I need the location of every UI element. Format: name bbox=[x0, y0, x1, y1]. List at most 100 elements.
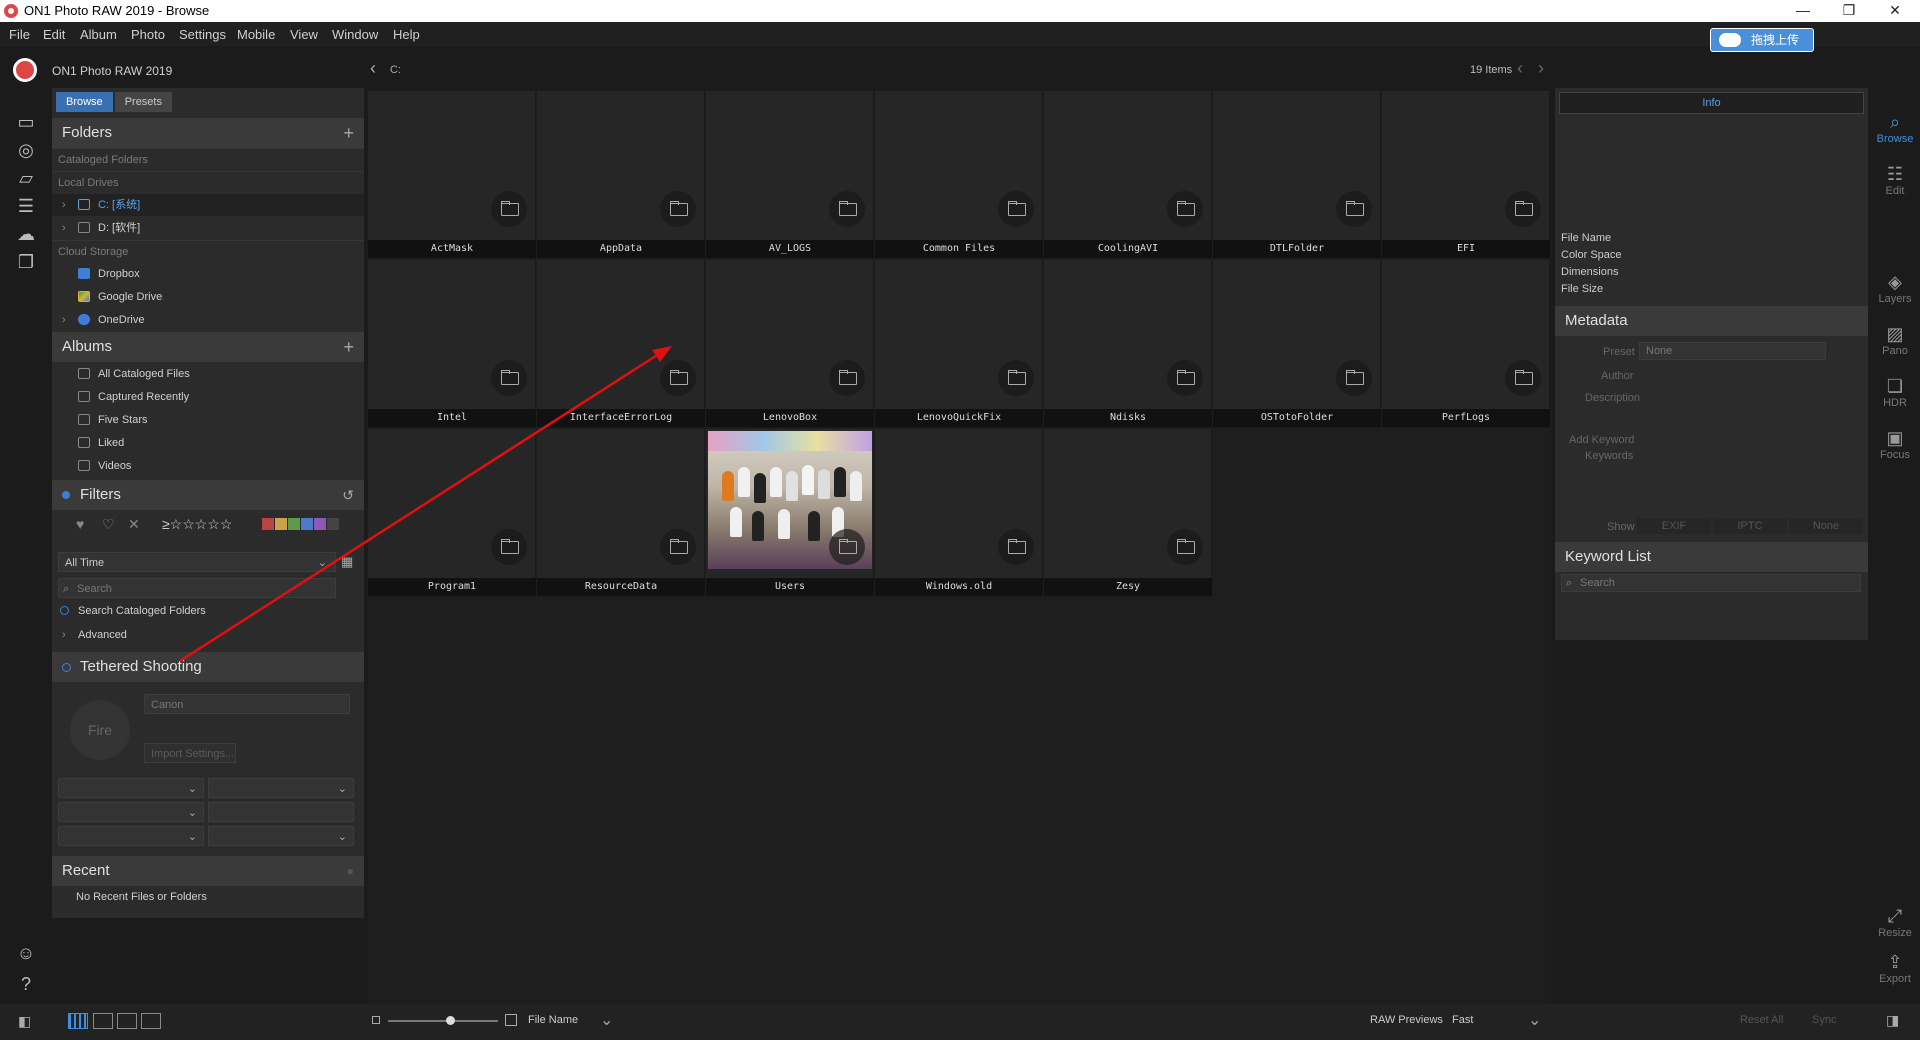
module-hdr[interactable]: ❏ HDR bbox=[1875, 376, 1915, 409]
detail-view-icon[interactable] bbox=[93, 1013, 113, 1029]
folder-thumb[interactable]: Windows.old bbox=[875, 429, 1043, 597]
tethered-toggle-icon[interactable] bbox=[62, 663, 71, 672]
color-swatch-yellow[interactable] bbox=[275, 518, 287, 530]
next-page-icon[interactable]: › bbox=[1538, 58, 1544, 79]
module-resize[interactable]: ⤢ Resize bbox=[1875, 906, 1915, 939]
chevron-right-icon[interactable]: › bbox=[62, 217, 66, 239]
filmstrip-view-icon[interactable] bbox=[117, 1013, 137, 1029]
color-swatch-none[interactable] bbox=[327, 518, 339, 530]
star-rating-filter[interactable]: ≥☆☆☆☆☆ bbox=[162, 516, 232, 533]
keyword-search-input[interactable]: ⌕ Search bbox=[1561, 574, 1861, 592]
raw-previews-value[interactable]: Fast bbox=[1452, 1014, 1473, 1026]
folder-thumb[interactable]: LenovoBox bbox=[706, 260, 874, 428]
tether-dropdown[interactable]: ⌄ bbox=[208, 826, 354, 846]
filters-toggle-icon[interactable] bbox=[62, 491, 70, 499]
toggle-panel-icon[interactable]: ◧ bbox=[18, 1013, 31, 1030]
module-focus[interactable]: ▣ Focus bbox=[1875, 428, 1915, 461]
metadata-tab-iptc[interactable]: IPTC bbox=[1713, 518, 1787, 534]
filters-header[interactable]: Filters ↺ bbox=[52, 480, 364, 510]
menu-mobile[interactable]: Mobile bbox=[237, 27, 275, 42]
maximize-button[interactable]: ❐ bbox=[1826, 0, 1872, 22]
fire-button[interactable]: Fire bbox=[70, 700, 130, 760]
folder-thumb[interactable]: Zesy bbox=[1044, 429, 1212, 597]
folder-thumb[interactable]: ActMask bbox=[368, 91, 536, 259]
metadata-tab-none[interactable]: None bbox=[1789, 518, 1863, 534]
drive-icon[interactable]: ☰ bbox=[14, 196, 38, 216]
time-range-select[interactable]: All Time ⌄ bbox=[58, 552, 336, 572]
large-thumb-icon[interactable] bbox=[505, 1014, 517, 1026]
advanced-toggle[interactable]: › Advanced bbox=[52, 624, 364, 646]
color-label-filter[interactable] bbox=[262, 518, 340, 533]
menu-settings[interactable]: Settings bbox=[179, 27, 226, 42]
tether-dropdown[interactable]: ⌄ bbox=[58, 802, 204, 822]
rejected-x-icon[interactable]: ✕ bbox=[128, 516, 140, 533]
folders-header[interactable]: Folders + bbox=[52, 118, 364, 148]
albums-icon[interactable]: ❐ bbox=[14, 252, 38, 272]
cloud-rail-icon[interactable]: ☁ bbox=[14, 224, 38, 244]
tethered-header[interactable]: Tethered Shooting bbox=[52, 652, 364, 682]
prev-page-icon[interactable]: ‹ bbox=[1517, 58, 1523, 79]
tether-dropdown[interactable]: ⌄ bbox=[58, 826, 204, 846]
menu-view[interactable]: View bbox=[290, 27, 318, 42]
folder-thumb[interactable]: ResourceData bbox=[537, 429, 705, 597]
menu-help[interactable]: Help bbox=[393, 27, 420, 42]
unliked-heart-icon[interactable]: ♡ bbox=[102, 516, 115, 533]
clear-recent-icon[interactable]: ● bbox=[347, 856, 354, 886]
drive-d[interactable]: › D: [软件] bbox=[52, 217, 364, 239]
grid-view-icon[interactable] bbox=[68, 1013, 88, 1029]
reset-all-button[interactable]: Reset All bbox=[1740, 1014, 1783, 1026]
keyword-list-header[interactable]: Keyword List bbox=[1555, 542, 1868, 572]
album-item[interactable]: All Cataloged Files bbox=[52, 363, 364, 385]
color-swatch-purple[interactable] bbox=[314, 518, 326, 530]
help-icon[interactable]: ? bbox=[14, 974, 38, 994]
filter-search-input[interactable]: ⌕ Search bbox=[58, 578, 336, 598]
module-pano[interactable]: ▨ Pano bbox=[1875, 324, 1915, 357]
small-thumb-icon[interactable] bbox=[372, 1016, 380, 1024]
folder-thumb[interactable]: PerfLogs bbox=[1382, 260, 1550, 428]
chevron-down-icon[interactable]: ⌄ bbox=[600, 1010, 613, 1030]
module-edit[interactable]: ☷ Edit bbox=[1875, 164, 1915, 197]
chevron-right-icon[interactable]: › bbox=[62, 309, 66, 331]
module-browse[interactable]: ⌕ Browse bbox=[1875, 112, 1915, 145]
menu-file[interactable]: File bbox=[9, 27, 30, 42]
menu-edit[interactable]: Edit bbox=[43, 27, 65, 42]
tab-presets[interactable]: Presets bbox=[114, 92, 172, 112]
tether-dropdown[interactable]: ⌄ bbox=[58, 778, 204, 798]
reset-filters-icon[interactable]: ↺ bbox=[342, 480, 354, 510]
album-item[interactable]: Videos bbox=[52, 455, 364, 477]
sync-button[interactable]: Sync bbox=[1812, 1014, 1836, 1026]
module-export[interactable]: ⇪ Export bbox=[1875, 952, 1915, 985]
tether-dropdown[interactable]: ⌄ bbox=[208, 778, 354, 798]
chevron-down-icon[interactable]: ⌄ bbox=[1528, 1010, 1541, 1030]
thumbnail-size-slider[interactable] bbox=[388, 1020, 498, 1022]
color-swatch-green[interactable] bbox=[288, 518, 300, 530]
radio-icon[interactable] bbox=[60, 606, 69, 615]
color-swatch-blue[interactable] bbox=[301, 518, 313, 530]
metadata-header[interactable]: Metadata bbox=[1555, 306, 1868, 336]
folder-thumb[interactable]: Intel bbox=[368, 260, 536, 428]
menu-window[interactable]: Window bbox=[332, 27, 378, 42]
album-item[interactable]: Liked bbox=[52, 432, 364, 454]
tab-browse[interactable]: Browse bbox=[56, 92, 113, 112]
close-button[interactable]: ✕ bbox=[1872, 0, 1918, 22]
cloud-google-drive[interactable]: Google Drive bbox=[52, 286, 364, 308]
folder-thumb[interactable]: Program1 bbox=[368, 429, 536, 597]
folder-thumb[interactable]: OSTotoFolder bbox=[1213, 260, 1381, 428]
back-chevron-icon[interactable]: ‹ bbox=[370, 58, 376, 79]
user-icon[interactable]: ☺ bbox=[14, 943, 38, 963]
folder-thumb[interactable]: Common Files bbox=[875, 91, 1043, 259]
toggle-right-panel-icon[interactable]: ◨ bbox=[1886, 1012, 1899, 1029]
cloud-onedrive[interactable]: › OneDrive bbox=[52, 309, 364, 331]
recent-header[interactable]: Recent ● bbox=[52, 856, 364, 886]
minimize-button[interactable]: — bbox=[1780, 0, 1826, 22]
folder-icon[interactable]: ▱ bbox=[14, 168, 38, 188]
camera-field[interactable]: Canon bbox=[144, 694, 350, 714]
folder-thumb[interactable]: AppData bbox=[537, 91, 705, 259]
color-swatch-red[interactable] bbox=[262, 518, 274, 530]
add-album-icon[interactable]: + bbox=[343, 332, 354, 362]
folder-thumb[interactable]: InterfaceErrorLog bbox=[537, 260, 705, 428]
folder-thumb[interactable]: AV_LOGS bbox=[706, 91, 874, 259]
drive-c[interactable]: › C: [系统] bbox=[52, 194, 364, 216]
preset-select[interactable]: None bbox=[1639, 342, 1826, 360]
cloud-dropbox[interactable]: Dropbox bbox=[52, 263, 364, 285]
